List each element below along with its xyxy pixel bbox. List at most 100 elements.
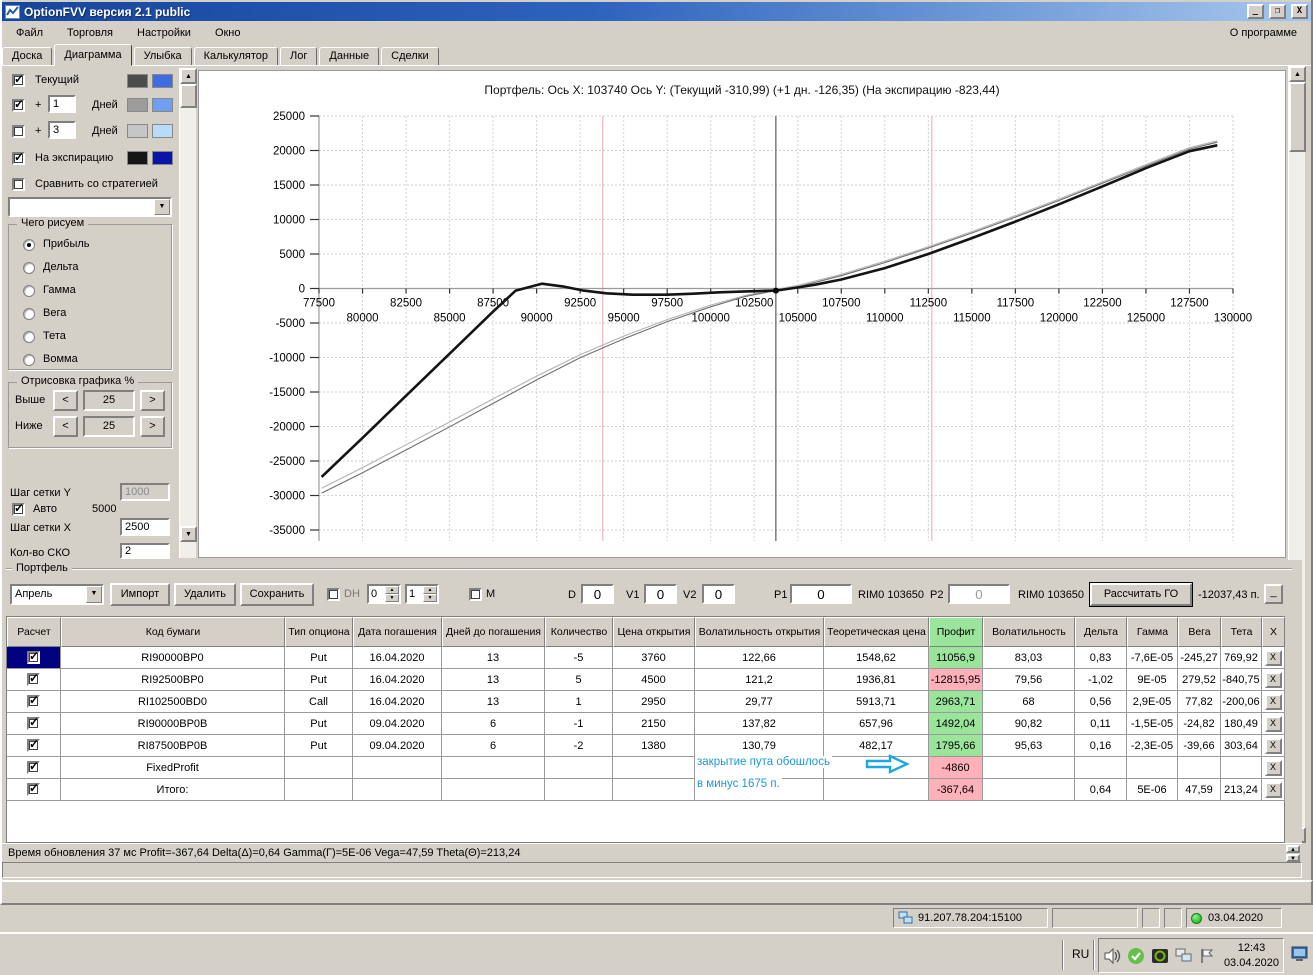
tab-Диаграмма[interactable]: Диаграмма (54, 44, 132, 66)
cell-Дельта[interactable]: 0,83 (1075, 647, 1127, 669)
cell-Тип опциона[interactable]: Put (285, 735, 353, 757)
cell-Профит[interactable]: -12815,95 (929, 669, 983, 691)
cell-Вега[interactable]: -24,82 (1178, 713, 1221, 735)
cell-Профит[interactable]: 11056,9 (929, 647, 983, 669)
cell-Дата погашения[interactable]: 16.04.2020 (353, 647, 442, 669)
cell-Волатильность[interactable]: 79,56 (983, 669, 1075, 691)
cell-Дата погашения[interactable] (353, 779, 442, 801)
spin-up-icon[interactable]: ▲ (385, 586, 399, 594)
cell-Волатильность[interactable] (983, 757, 1075, 779)
cell-Код бумаги[interactable]: Итого: (61, 779, 285, 801)
cell-Цена открытия[interactable]: 2150 (613, 713, 695, 735)
cell-Цена открытия[interactable] (613, 757, 695, 779)
delete-button[interactable]: Удалить (174, 583, 236, 606)
cell-Гамма[interactable]: 9E-05 (1127, 669, 1178, 691)
flag-icon[interactable] (1199, 948, 1215, 964)
cell-Дата погашения[interactable]: 16.04.2020 (353, 669, 442, 691)
cell-Количество[interactable]: -1 (545, 713, 613, 735)
cell-Волатильность[interactable]: 83,03 (983, 647, 1075, 669)
cell-Дата погашения[interactable] (353, 757, 442, 779)
dh-spinner-1[interactable]: 0 ▲ ▼ (367, 584, 401, 604)
cell-Вега[interactable] (1178, 757, 1221, 779)
cell-Теоретическая цена[interactable]: 1548,62 (824, 647, 929, 669)
cell-Гамма[interactable]: -1,5E-05 (1127, 713, 1178, 735)
menu-item-Окно[interactable]: Окно (205, 24, 251, 42)
plus1-color1-swatch[interactable] (127, 98, 148, 112)
row-calc-checkbox-cell[interactable] (7, 735, 61, 757)
cell-Дельта[interactable]: 0,64 (1075, 779, 1127, 801)
nvidia-icon[interactable] (1151, 947, 1169, 965)
cell-Дата погашения[interactable]: 16.04.2020 (353, 691, 442, 713)
column-header-Тип опциона[interactable]: Тип опциона (285, 617, 353, 647)
cell-Гамма[interactable]: -2,3E-05 (1127, 735, 1178, 757)
horizontal-scrollbar[interactable] (2, 862, 1302, 878)
cell-Профит[interactable]: 2963,71 (929, 691, 983, 713)
scroll-up-icon[interactable]: ▲ (180, 68, 197, 84)
column-header-Дата погашения[interactable]: Дата погашения (353, 617, 442, 647)
column-header-Волатильность[interactable]: Волатильность (983, 617, 1075, 647)
plus1-checkbox[interactable] (12, 97, 25, 112)
plus3-color1-swatch[interactable] (127, 124, 148, 138)
plus3-days-input[interactable] (48, 121, 76, 139)
auto-checkbox[interactable] (12, 501, 25, 516)
cell-Цена открытия[interactable]: 3760 (613, 647, 695, 669)
cell-Вега[interactable]: 47,59 (1178, 779, 1221, 801)
cell-Цена открытия[interactable]: 4500 (613, 669, 695, 691)
expiration-color1-swatch[interactable] (127, 151, 148, 165)
tab-Доска[interactable]: Доска (2, 47, 53, 66)
cell-Дельта[interactable]: 0,11 (1075, 713, 1127, 735)
cell-Цена открытия[interactable] (613, 779, 695, 801)
cell-Тета[interactable]: -840,75 (1221, 669, 1262, 691)
cell-Код бумаги[interactable]: RI90000BP0 (61, 647, 285, 669)
p2-input[interactable] (948, 584, 1010, 604)
chevron-down-icon[interactable]: ▼ (154, 199, 170, 215)
row-calc-checkbox-cell[interactable] (7, 713, 61, 735)
plus3-checkbox[interactable] (12, 125, 25, 138)
cell-Теоретическая цена[interactable]: 657,96 (824, 713, 929, 735)
cell-Дельта[interactable]: 0,56 (1075, 691, 1127, 713)
below-increase-button[interactable]: > (140, 416, 165, 437)
row-delete-button[interactable]: X (1264, 715, 1282, 732)
cell-Дней до погашения[interactable]: 6 (442, 735, 545, 757)
cell-Дней до погашения[interactable]: 13 (442, 669, 545, 691)
cell-Волатильность[interactable]: 68 (983, 691, 1075, 713)
cell-Тип опциона[interactable]: Put (285, 713, 353, 735)
cell-Волатильность открытия[interactable]: 137,82 (695, 713, 824, 735)
cell-Вега[interactable]: -39,66 (1178, 735, 1221, 757)
calc-checkbox[interactable] (27, 737, 40, 752)
cell-Волатильность открытия[interactable]: 130,79 (695, 735, 824, 757)
cell-Тета[interactable]: 303,64 (1221, 735, 1262, 757)
scroll-down-icon[interactable]: ▼ (1286, 854, 1300, 862)
radio-Прибыль[interactable] (23, 239, 35, 251)
cell-Гамма[interactable]: 5E-06 (1127, 779, 1178, 801)
tab-Сделки[interactable]: Сделки (381, 47, 439, 66)
calc-checkbox[interactable] (27, 693, 40, 708)
calc-checkbox[interactable] (27, 649, 40, 664)
cell-Код бумаги[interactable]: RI87500BP0B (61, 735, 285, 757)
calc-checkbox[interactable] (27, 671, 40, 686)
cell-Профит[interactable]: -4860 (929, 757, 983, 779)
cell-Количество[interactable]: -2 (545, 735, 613, 757)
cell-Теоретическая цена[interactable]: 1936,81 (824, 669, 929, 691)
below-decrease-button[interactable]: < (53, 416, 78, 437)
radio-Дельта[interactable] (23, 262, 35, 274)
m-checkbox[interactable] (469, 588, 482, 601)
volume-icon[interactable] (1103, 947, 1121, 965)
import-button[interactable]: Импорт (110, 583, 170, 606)
menu-item-Настройки[interactable]: Настройки (127, 24, 201, 42)
column-header-Тета[interactable]: Тета (1221, 617, 1262, 647)
v2-input[interactable] (702, 584, 735, 604)
row-calc-checkbox-cell[interactable] (7, 647, 61, 669)
cell-Гамма[interactable] (1127, 757, 1178, 779)
scroll-down-icon[interactable]: ▼ (180, 526, 197, 542)
column-header-Волатильность открытия[interactable]: Волатильность открытия (695, 617, 824, 647)
column-header-Цена открытия[interactable]: Цена открытия (613, 617, 695, 647)
cell-Профит[interactable]: 1492,04 (929, 713, 983, 735)
radio-Вега[interactable] (23, 308, 35, 320)
panel-scrollbar-thumb[interactable] (180, 84, 197, 108)
d-input[interactable] (581, 584, 614, 604)
cell-Волатильность открытия[interactable]: 122,66 (695, 647, 824, 669)
calc-checkbox[interactable] (27, 759, 40, 774)
row-delete-button[interactable]: X (1264, 693, 1282, 710)
cell-Волатильность[interactable] (983, 779, 1075, 801)
